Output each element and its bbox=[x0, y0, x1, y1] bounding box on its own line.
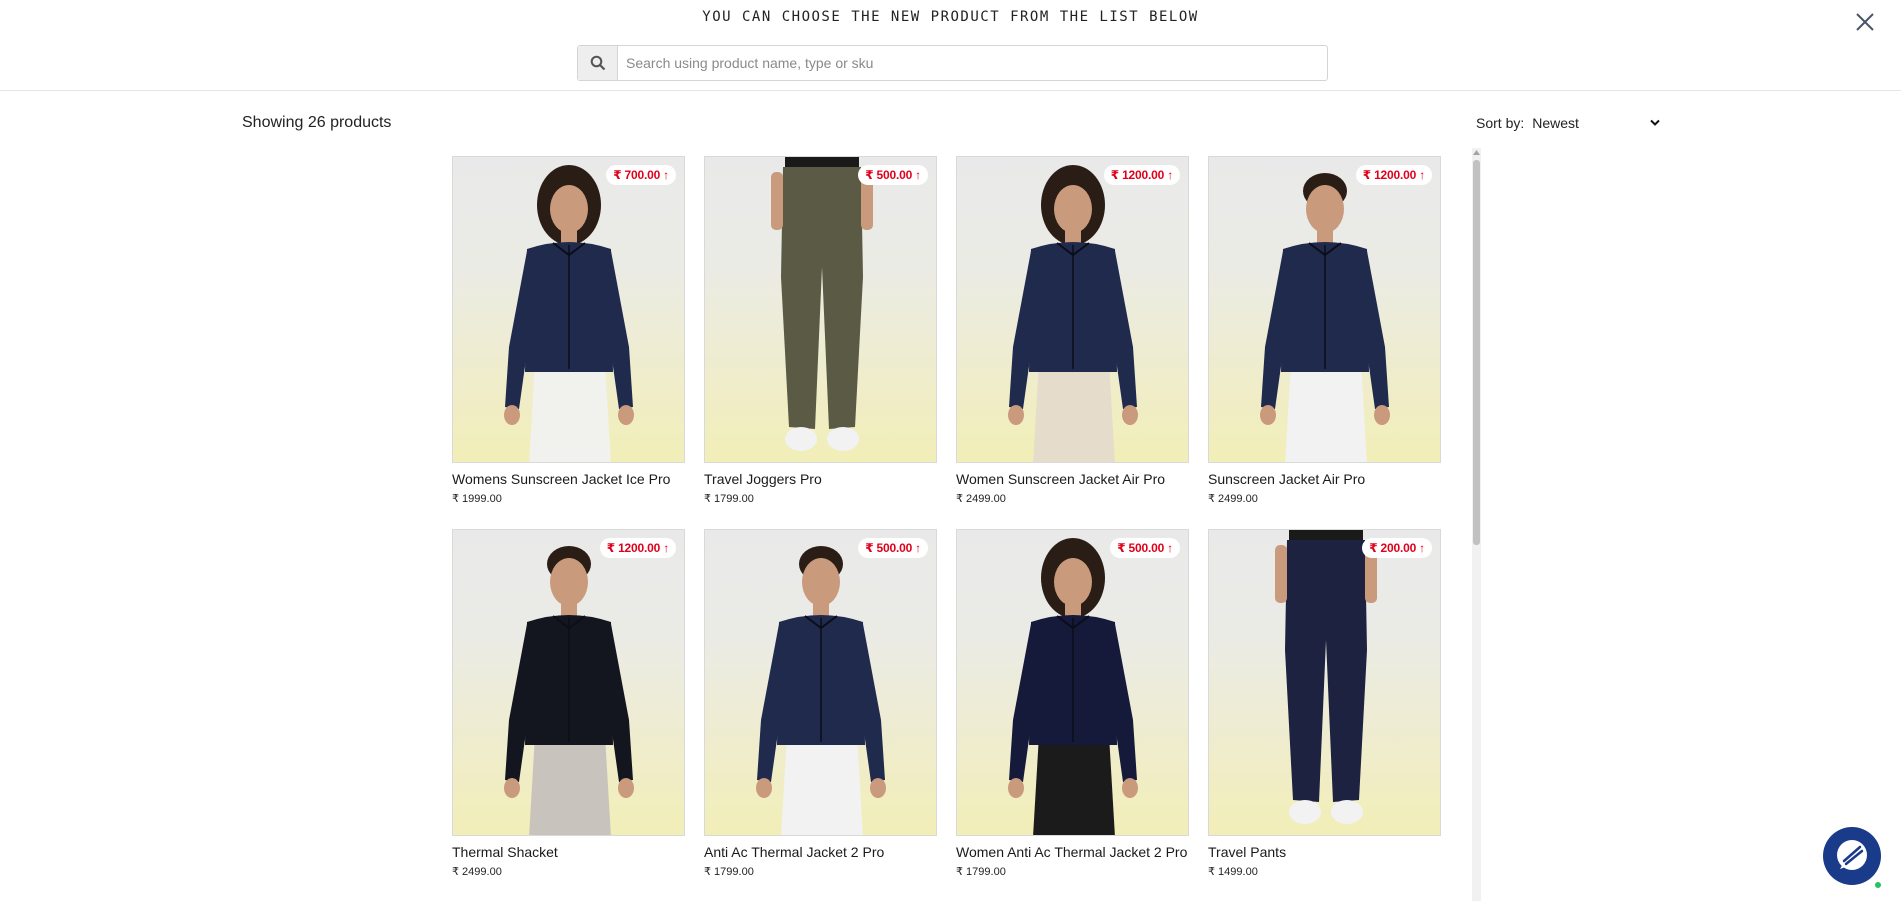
close-button[interactable] bbox=[1851, 8, 1879, 36]
product-name[interactable]: Anti Ac Thermal Jacket 2 Pro bbox=[704, 843, 937, 861]
close-icon bbox=[1856, 13, 1874, 31]
product-name[interactable]: Women Anti Ac Thermal Jacket 2 Pro bbox=[956, 843, 1189, 861]
product-card[interactable]: ₹ 500.00 ↑ Anti Ac Thermal Jacket 2 Pro ₹ … bbox=[704, 529, 937, 878]
price-difference-badge: ₹ 1200.00 ↑ bbox=[1103, 165, 1180, 185]
search-icon bbox=[590, 55, 605, 71]
price-difference-badge: ₹ 700.00 ↑ bbox=[606, 165, 676, 185]
product-name[interactable]: Travel Joggers Pro bbox=[704, 470, 937, 488]
product-image[interactable]: ₹ 200.00 ↑ bbox=[1208, 529, 1441, 836]
product-name[interactable]: Travel Pants bbox=[1208, 843, 1441, 861]
product-image[interactable]: ₹ 1200.00 ↑ bbox=[1208, 156, 1441, 463]
sort-control: Sort by: Newest bbox=[1476, 115, 1660, 131]
product-count: Showing 26 products bbox=[242, 114, 392, 131]
product-name[interactable]: Womens Sunscreen Jacket Ice Pro bbox=[452, 470, 685, 488]
product-image[interactable]: ₹ 500.00 ↑ bbox=[704, 529, 937, 836]
product-name[interactable]: Sunscreen Jacket Air Pro bbox=[1208, 470, 1441, 488]
product-card[interactable]: ₹ 500.00 ↑ Women Anti Ac Thermal Jacket 2… bbox=[956, 529, 1189, 878]
chevron-down-icon bbox=[1650, 119, 1660, 126]
product-price: ₹ 1799.00 bbox=[704, 493, 754, 505]
sort-label: Sort by: bbox=[1476, 115, 1525, 131]
product-price: ₹ 1499.00 bbox=[1208, 866, 1258, 878]
online-status-dot bbox=[1873, 880, 1883, 890]
product-price: ₹ 1999.00 bbox=[452, 493, 502, 505]
product-card[interactable]: ₹ 1200.00 ↑ Thermal Shacket ₹ 2499.00 bbox=[452, 529, 685, 878]
chat-icon bbox=[1837, 840, 1867, 870]
product-card[interactable]: ₹ 500.00 ↑ Travel Joggers Pro ₹ 1799.00 bbox=[704, 156, 937, 505]
price-difference-badge: ₹ 1200.00 ↑ bbox=[599, 538, 676, 558]
price-difference-badge: ₹ 1200.00 ↑ bbox=[1355, 165, 1432, 185]
scrollbar[interactable] bbox=[1472, 148, 1481, 901]
price-difference-badge: ₹ 500.00 ↑ bbox=[858, 165, 928, 185]
product-image[interactable]: ₹ 1200.00 ↑ bbox=[956, 156, 1189, 463]
product-price: ₹ 2499.00 bbox=[956, 493, 1006, 505]
search-button[interactable] bbox=[578, 46, 618, 80]
scrollbar-thumb[interactable] bbox=[1473, 160, 1480, 545]
modal-header: YOU CAN CHOOSE THE NEW PRODUCT FROM THE … bbox=[0, 0, 1901, 91]
product-image[interactable]: ₹ 1200.00 ↑ bbox=[452, 529, 685, 836]
product-price: ₹ 2499.00 bbox=[452, 866, 502, 878]
product-card[interactable]: ₹ 200.00 ↑ Travel Pants ₹ 1499.00 bbox=[1208, 529, 1441, 878]
product-image[interactable]: ₹ 500.00 ↑ bbox=[704, 156, 937, 463]
sort-value: Newest bbox=[1532, 115, 1579, 131]
product-price: ₹ 2499.00 bbox=[1208, 493, 1258, 505]
product-name[interactable]: Women Sunscreen Jacket Air Pro bbox=[956, 470, 1189, 488]
product-card[interactable]: ₹ 700.00 ↑ Womens Sunscreen Jacket Ice Pr… bbox=[452, 156, 685, 505]
price-difference-badge: ₹ 200.00 ↑ bbox=[1362, 538, 1432, 558]
search-input[interactable] bbox=[618, 46, 1327, 80]
product-name[interactable]: Thermal Shacket bbox=[452, 843, 685, 861]
product-card[interactable]: ₹ 1200.00 ↑ Sunscreen Jacket Air Pro ₹ 249… bbox=[1208, 156, 1441, 505]
product-image[interactable]: ₹ 500.00 ↑ bbox=[956, 529, 1189, 836]
search-bar bbox=[577, 45, 1328, 81]
product-price: ₹ 1799.00 bbox=[704, 866, 754, 878]
product-price: ₹ 1799.00 bbox=[956, 866, 1006, 878]
product-card[interactable]: ₹ 1200.00 ↑ Women Sunscreen Jacket Air Pr… bbox=[956, 156, 1189, 505]
price-difference-badge: ₹ 500.00 ↑ bbox=[858, 538, 928, 558]
price-difference-badge: ₹ 500.00 ↑ bbox=[1110, 538, 1180, 558]
product-image[interactable]: ₹ 700.00 ↑ bbox=[452, 156, 685, 463]
page-title: YOU CAN CHOOSE THE NEW PRODUCT FROM THE … bbox=[702, 9, 1199, 25]
sort-dropdown[interactable]: Newest bbox=[1532, 115, 1660, 131]
chat-button[interactable] bbox=[1823, 827, 1881, 885]
scroll-up-arrow[interactable] bbox=[1472, 148, 1481, 157]
